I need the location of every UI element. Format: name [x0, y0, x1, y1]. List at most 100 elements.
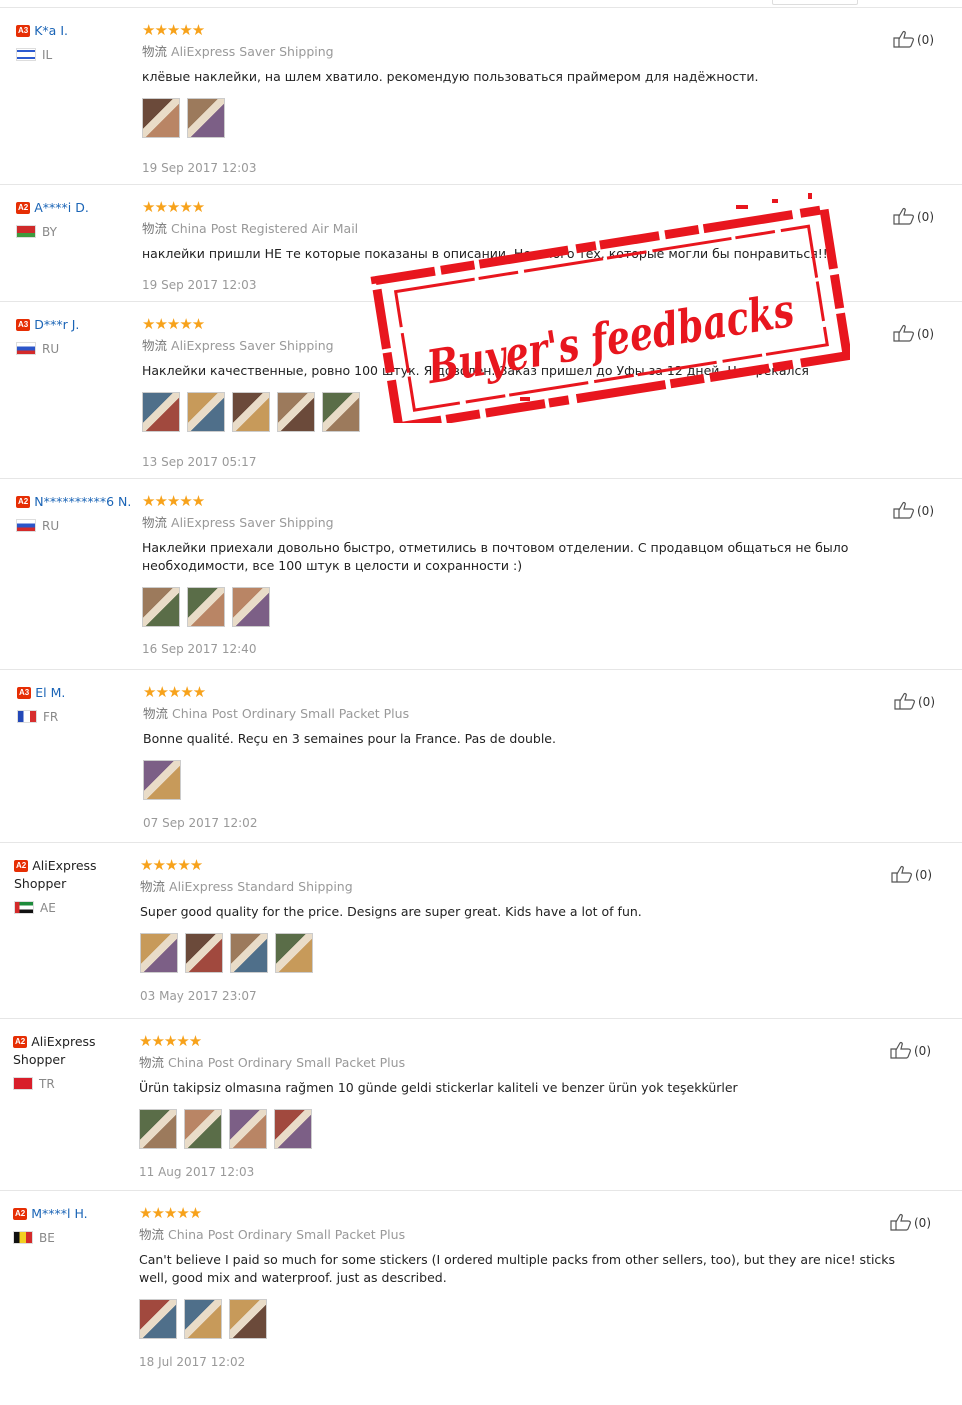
shipping-label: AliExpress Saver Shipping: [171, 515, 334, 530]
review-photos: [139, 1299, 919, 1341]
reviewer-info: A2 AliExpress Shopper TR: [13, 1033, 131, 1091]
review-photo-thumbnail[interactable]: [232, 392, 270, 432]
review-date: 18 Jul 2017 12:02: [139, 1355, 246, 1369]
review-photo-thumbnail[interactable]: [142, 587, 180, 627]
thumbs-up-icon: [893, 208, 914, 225]
helpful-button[interactable]: (0): [891, 865, 932, 884]
level-badge: A3: [16, 25, 31, 37]
review-photos: [140, 933, 920, 975]
shipping-icon: 物流: [142, 44, 168, 59]
review-photo-thumbnail[interactable]: [229, 1299, 267, 1339]
review-photo-thumbnail[interactable]: [187, 392, 225, 432]
star-rating: ★★★★★: [142, 492, 205, 510]
star-rating: ★★★★★: [140, 856, 203, 874]
review-photo-thumbnail[interactable]: [139, 1299, 177, 1339]
review-photo-thumbnail[interactable]: [277, 392, 315, 432]
helpful-button[interactable]: (0): [890, 1041, 931, 1060]
level-badge: A2: [13, 1036, 28, 1048]
country-code: IL: [42, 48, 53, 62]
star-rating: ★★★★★: [142, 21, 205, 39]
reviewer-name[interactable]: K*a I.: [34, 23, 68, 38]
country-code: AE: [40, 901, 56, 915]
review-photo-thumbnail[interactable]: [184, 1299, 222, 1339]
review-photo-thumbnail[interactable]: [230, 933, 268, 973]
star-rating: ★★★★★: [142, 198, 205, 216]
review-content: ★★★★★ 物流 China Post Ordinary Small Packet…: [139, 1205, 919, 1341]
review-photo-thumbnail[interactable]: [232, 587, 270, 627]
review-date: 03 May 2017 23:07: [140, 989, 257, 1003]
shipping-method: 物流 AliExpress Standard Shipping: [140, 879, 920, 895]
review-photo-thumbnail[interactable]: [139, 1109, 177, 1149]
review-content: ★★★★★ 物流 AliExpress Saver Shipping Наклей…: [142, 316, 922, 434]
review-photo-thumbnail[interactable]: [184, 1109, 222, 1149]
helpful-button[interactable]: (0): [890, 1213, 931, 1232]
review-text: Super good quality for the price. Design…: [140, 904, 642, 919]
review-photo-thumbnail[interactable]: [187, 587, 225, 627]
reviewer-name[interactable]: D***r J.: [34, 317, 79, 332]
reviewer-name[interactable]: A****i D.: [34, 200, 89, 215]
shipping-label: China Post Registered Air Mail: [171, 221, 359, 236]
helpful-count: (0): [917, 327, 934, 341]
flag-icon: [13, 1077, 33, 1090]
flag-icon: [16, 48, 36, 61]
country-code: RU: [42, 342, 60, 356]
review-photo-thumbnail[interactable]: [142, 98, 180, 138]
review-date: 13 Sep 2017 05:17: [142, 455, 257, 469]
review-photo-thumbnail[interactable]: [142, 392, 180, 432]
thumbs-up-icon: [890, 1214, 911, 1231]
review-photos: [143, 760, 923, 802]
review-text: наклейки пришли НЕ те которые показаны в…: [142, 246, 833, 261]
reviewer-country: FR: [17, 710, 135, 724]
review-photos: [142, 392, 922, 434]
reviewer-country: BY: [16, 225, 134, 239]
review-photo-thumbnail[interactable]: [274, 1109, 312, 1149]
reviewer-info: A2 M****l H. BE: [13, 1205, 131, 1245]
reviewer-name[interactable]: El M.: [35, 685, 65, 700]
thumbs-up-icon: [894, 693, 915, 710]
review-text: клёвые наклейки, на шлем хватило. рекоме…: [142, 69, 759, 84]
helpful-count: (0): [918, 695, 935, 709]
review-photo-thumbnail[interactable]: [140, 933, 178, 973]
shipping-icon: 物流: [142, 338, 168, 353]
shipping-icon: 物流: [140, 879, 166, 894]
shipping-icon: 物流: [139, 1055, 165, 1070]
star-rating: ★★★★★: [139, 1204, 202, 1222]
review-photo-thumbnail[interactable]: [143, 760, 181, 800]
thumbs-up-icon: [893, 325, 914, 342]
reviewer-country: IL: [16, 48, 134, 62]
flag-icon: [14, 901, 34, 914]
helpful-count: (0): [914, 1044, 931, 1058]
review-text: Bonne qualité. Reçu en 3 semaines pour l…: [143, 731, 556, 746]
review-photos: [142, 587, 922, 629]
level-badge: A2: [16, 496, 31, 508]
reviewer-name[interactable]: N**********6 N.: [34, 494, 131, 509]
review-date: 19 Sep 2017 12:03: [142, 278, 257, 292]
reviewer-info: A3 K*a I. IL: [16, 22, 134, 62]
flag-icon: [17, 710, 37, 723]
shipping-method: 物流 China Post Ordinary Small Packet Plus: [143, 706, 923, 722]
thumbs-up-icon: [890, 1042, 911, 1059]
star-rating: ★★★★★: [143, 683, 206, 701]
level-badge: A3: [17, 687, 32, 699]
reviewer-country: RU: [16, 342, 134, 356]
helpful-button[interactable]: (0): [894, 692, 935, 711]
review-photo-thumbnail[interactable]: [275, 933, 313, 973]
reviewer-name[interactable]: M****l H.: [31, 1206, 87, 1221]
review-item: A3 D***r J. RU ★★★★★ 物流 AliExpress Saver S…: [0, 301, 962, 479]
helpful-count: (0): [915, 868, 932, 882]
reviewer-info: A2 AliExpress Shopper AE: [14, 857, 132, 915]
review-photo-thumbnail[interactable]: [322, 392, 360, 432]
reviewer-info: A3 D***r J. RU: [16, 316, 134, 356]
review-photos: [139, 1109, 919, 1151]
helpful-button[interactable]: (0): [893, 207, 934, 226]
review-content: ★★★★★ 物流 AliExpress Saver Shipping клёвые…: [142, 22, 922, 140]
review-photo-thumbnail[interactable]: [229, 1109, 267, 1149]
review-photo-thumbnail[interactable]: [187, 98, 225, 138]
helpful-button[interactable]: (0): [893, 501, 934, 520]
helpful-button[interactable]: (0): [893, 30, 934, 49]
review-photo-thumbnail[interactable]: [185, 933, 223, 973]
helpful-button[interactable]: (0): [893, 324, 934, 343]
shipping-icon: 物流: [142, 515, 168, 530]
helpful-count: (0): [917, 33, 934, 47]
review-item: A2 N**********6 N. RU ★★★★★ 物流 AliExpress …: [0, 478, 962, 670]
